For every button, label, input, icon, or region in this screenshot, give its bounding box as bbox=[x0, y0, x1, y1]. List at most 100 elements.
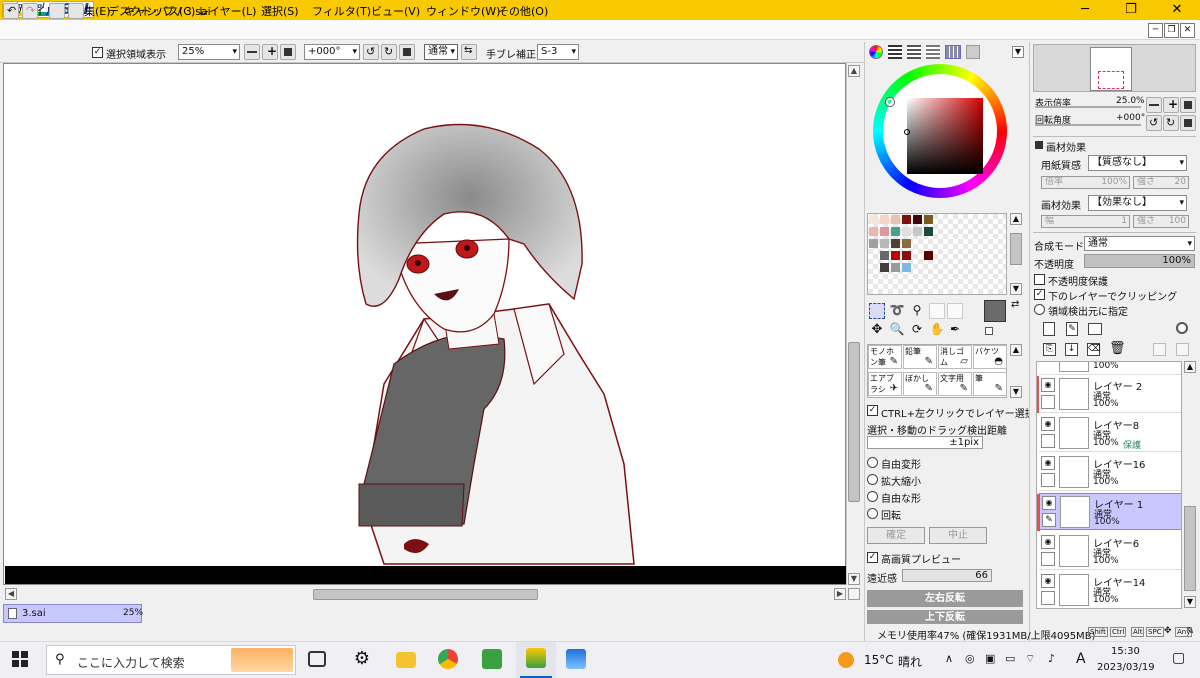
nav-zoom-in-button[interactable]: + bbox=[1163, 97, 1179, 113]
swatch-icon[interactable] bbox=[945, 45, 961, 59]
swap-colors-icon[interactable]: ⇄ bbox=[1011, 299, 1019, 310]
redo-button[interactable]: ↷ bbox=[22, 3, 38, 19]
eyedropper-icon[interactable]: ✒ bbox=[947, 322, 963, 338]
nav-zoom-out-button[interactable] bbox=[1146, 97, 1162, 113]
navigator-preview[interactable] bbox=[1033, 44, 1196, 92]
tool-eraser[interactable]: 消しゴム ▱ bbox=[938, 345, 972, 369]
drag-distance-slider[interactable]: ±1pix bbox=[867, 436, 983, 449]
swatch-cell[interactable] bbox=[924, 251, 933, 260]
ime-indicator[interactable]: A bbox=[1076, 651, 1086, 667]
layer-row[interactable]: ◉ レイヤー16 通常 100% bbox=[1039, 454, 1181, 491]
undo-button[interactable]: ↶ bbox=[3, 3, 19, 19]
zoom-in-button[interactable]: + bbox=[262, 44, 278, 60]
new-folder-icon[interactable] bbox=[1088, 323, 1102, 335]
color-wheel-icon[interactable] bbox=[869, 45, 883, 59]
tool-blur[interactable]: ぼかし ✎ bbox=[903, 372, 937, 396]
security-icon[interactable]: ▣ bbox=[985, 652, 995, 665]
document-tab[interactable]: 3.sai 25% bbox=[3, 604, 143, 623]
tool-pencil[interactable]: 鉛筆 ✎ bbox=[903, 345, 937, 369]
scroll-down-arrow-icon[interactable]: ▼ bbox=[1184, 596, 1196, 608]
swatch-cell[interactable] bbox=[902, 215, 911, 224]
zoom-out-button[interactable] bbox=[244, 44, 260, 60]
menu-view[interactable]: ビュー(V) bbox=[371, 3, 420, 19]
paper-strength-field[interactable]: 強さ 20 bbox=[1133, 176, 1189, 189]
tool-text-brush[interactable]: 文字用 ✎ bbox=[938, 372, 972, 396]
eye-icon[interactable]: ◉ bbox=[1041, 417, 1055, 431]
confirm-button[interactable]: 確定 bbox=[867, 527, 925, 544]
sv-cursor[interactable] bbox=[904, 129, 910, 135]
eye-icon[interactable]: ◉ bbox=[1041, 456, 1055, 470]
scroll-down-arrow-icon[interactable]: ▼ bbox=[848, 573, 860, 585]
rect-select-icon[interactable] bbox=[869, 303, 885, 319]
canvas-vscroll-thumb[interactable] bbox=[848, 342, 860, 502]
sv-square[interactable] bbox=[907, 98, 983, 174]
detect-source-radio[interactable] bbox=[1034, 304, 1045, 315]
clock-time[interactable]: 15:30 bbox=[1111, 646, 1140, 657]
rgb-slider-icon[interactable] bbox=[888, 45, 902, 59]
swatch-cell[interactable] bbox=[869, 227, 878, 236]
canvas-hscroll-thumb[interactable] bbox=[313, 589, 538, 600]
network-icon[interactable]: ⌔ bbox=[1025, 652, 1035, 666]
menu-canvas[interactable]: キャンバス(C) bbox=[124, 3, 195, 19]
ctrl-select-checkbox[interactable]: ✓ bbox=[867, 405, 878, 416]
view-blend-select[interactable]: 通常 bbox=[424, 44, 458, 60]
weather-text[interactable]: 晴れ bbox=[898, 653, 922, 670]
menu-other[interactable]: その他(O) bbox=[498, 3, 548, 19]
rotation-select[interactable]: +000° bbox=[304, 44, 360, 60]
flip-view-button[interactable]: ⇆ bbox=[461, 44, 477, 60]
notification-icon[interactable]: ▢ bbox=[1172, 650, 1185, 666]
layer-list-scrollbar[interactable]: ▲ ▼ bbox=[1183, 361, 1197, 609]
file-explorer-icon[interactable] bbox=[396, 652, 416, 668]
swatch-cell[interactable] bbox=[913, 227, 922, 236]
menu-filter[interactable]: フィルタ(T) bbox=[312, 3, 371, 19]
swatch-cell[interactable] bbox=[891, 227, 900, 236]
minimize-button[interactable]: ─ bbox=[1062, 0, 1108, 20]
canvas-area[interactable] bbox=[3, 63, 846, 585]
swatch-cell[interactable] bbox=[869, 239, 878, 248]
hsv-slider-icon[interactable] bbox=[907, 45, 921, 59]
clear-layer-icon[interactable]: ⌫ bbox=[1087, 343, 1101, 356]
layer-lock-toggle[interactable] bbox=[1041, 473, 1055, 487]
meet-now-icon[interactable]: ◎ bbox=[965, 652, 975, 665]
nav-rotate-left-button[interactable]: ↺ bbox=[1146, 115, 1162, 131]
hue-cursor[interactable] bbox=[886, 98, 894, 106]
weather-temp[interactable]: 15°C bbox=[864, 653, 894, 667]
navigator-viewport[interactable] bbox=[1098, 71, 1124, 89]
mdi-minimize-button[interactable]: ─ bbox=[1148, 23, 1163, 38]
scroll-down-arrow-icon[interactable]: ▼ bbox=[1010, 386, 1022, 398]
scale-radio[interactable] bbox=[867, 474, 878, 485]
task-view-icon[interactable] bbox=[308, 651, 326, 667]
eye-icon[interactable]: ◉ bbox=[1041, 378, 1055, 392]
taskbar-search-box[interactable]: ⚲ ここに入力して検索 bbox=[46, 645, 296, 675]
layer-row[interactable]: ◉ レイヤー6 通常 100% bbox=[1039, 533, 1181, 570]
swatch-cell[interactable] bbox=[880, 239, 889, 248]
scroll-up-arrow-icon[interactable]: ▲ bbox=[1184, 361, 1196, 373]
photos-icon[interactable] bbox=[566, 649, 586, 669]
nav-zoom-reset-button[interactable] bbox=[1180, 97, 1196, 113]
tool-bucket[interactable]: バケツ ◓ bbox=[973, 345, 1007, 369]
tool-airbrush[interactable]: エアブラシ ✈ bbox=[868, 372, 902, 396]
swatch-cell[interactable] bbox=[880, 227, 889, 236]
swatch-cell[interactable] bbox=[880, 251, 889, 260]
swatch-cell[interactable] bbox=[924, 215, 933, 224]
swatch-cell[interactable] bbox=[902, 239, 911, 248]
canvas-vertical-scrollbar[interactable] bbox=[846, 63, 862, 585]
opacity-slider[interactable]: 100% bbox=[1084, 254, 1195, 268]
nav-rotate-right-button[interactable]: ↻ bbox=[1163, 115, 1179, 131]
eye-icon[interactable]: ◉ bbox=[1041, 574, 1055, 588]
show-selection-checkbox[interactable]: ✓ bbox=[92, 47, 103, 58]
swatch-cell[interactable] bbox=[891, 239, 900, 248]
layer-row[interactable]: 100% bbox=[1039, 362, 1181, 375]
protect-opacity-checkbox[interactable] bbox=[1034, 274, 1045, 285]
layer-lock-toggle[interactable] bbox=[1041, 434, 1055, 448]
close-button[interactable]: ✕ bbox=[1154, 0, 1200, 20]
free-shape-radio[interactable] bbox=[867, 491, 878, 502]
swatch-cell[interactable] bbox=[902, 263, 911, 272]
menu-select[interactable]: 選択(S) bbox=[261, 3, 299, 19]
effect-width-field[interactable]: 幅1 bbox=[1041, 215, 1130, 228]
foreground-color[interactable] bbox=[984, 300, 1006, 322]
layer-lock-toggle[interactable] bbox=[1041, 395, 1055, 409]
scratchpad-icon[interactable] bbox=[966, 45, 980, 59]
flip-horizontal-button[interactable]: 左右反転 bbox=[867, 590, 1023, 607]
layer-mask-icon[interactable] bbox=[1176, 322, 1188, 334]
